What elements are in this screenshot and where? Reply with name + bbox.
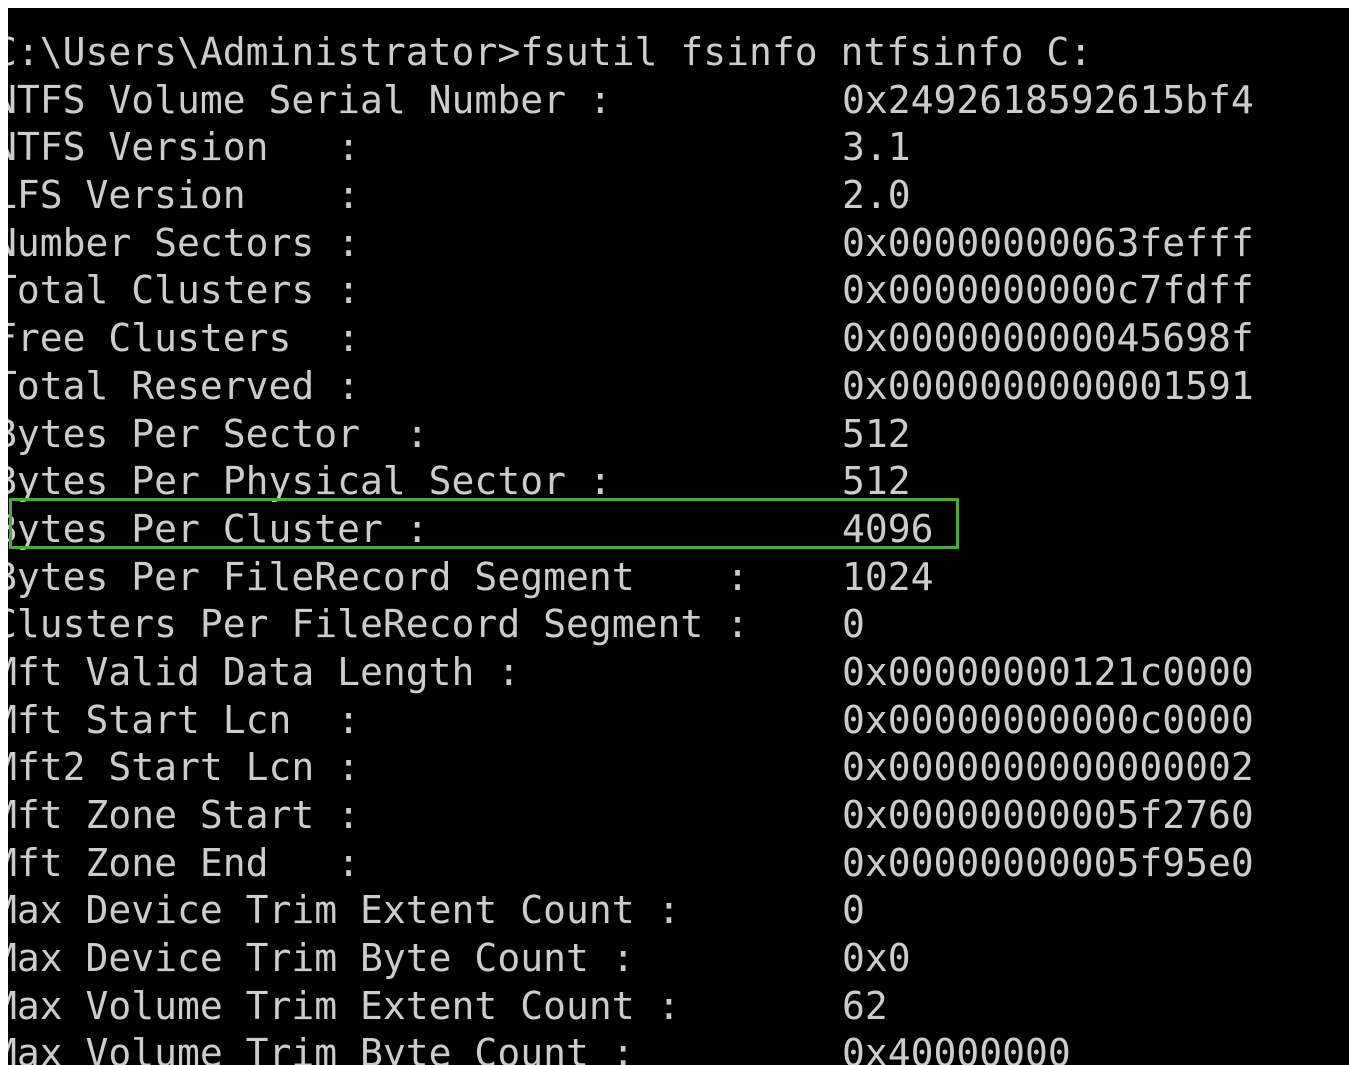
row-label: Mft Valid Data Length : — [8, 649, 521, 694]
row-label: Max Volume Trim Byte Count : — [8, 1031, 635, 1065]
output-row-mft-start-lcn: Mft Start Lcn : 0x00000000000c0000 — [8, 697, 1254, 745]
output-row-mft2-start-lcn: Mft2 Start Lcn : 0x0000000000000002 — [8, 744, 1254, 792]
output-row-ntfs-version: NTFS Version : 3.1 — [8, 124, 911, 172]
output-row-total-clusters: Total Clusters : 0x0000000000c7fdff — [8, 267, 1254, 315]
row-value: 512 — [842, 459, 911, 504]
command-prompt-line: C:\Users\Administrator>fsutil fsinfo ntf… — [8, 29, 1092, 77]
row-value: 0 — [842, 888, 865, 933]
output-row-max-device-trim-byte-count: Max Device Trim Byte Count : 0x0 — [8, 935, 911, 983]
row-value: 2.0 — [842, 173, 911, 218]
row-value: 0x00000000005f95e0 — [842, 840, 1254, 885]
row-value: 62 — [842, 983, 888, 1028]
row-label: Mft2 Start Lcn : — [8, 745, 361, 790]
row-label: Max Device Trim Byte Count : — [8, 936, 635, 981]
output-row-mft-valid-data-length: Mft Valid Data Length : 0x00000000121c00… — [8, 649, 1254, 697]
output-row-bytes-per-sector: Bytes Per Sector : 512 — [8, 411, 911, 459]
output-row-clusters-per-filerecord-segment: Clusters Per FileRecord Segment : 0 — [8, 601, 865, 649]
row-value: 0x00000000063fefff — [842, 220, 1254, 265]
row-value: 0x00000000005f2760 — [842, 793, 1254, 837]
output-row-bytes-per-physical-sector: Bytes Per Physical Sector : 512 — [8, 458, 911, 506]
row-value: 0x000000000045698f — [842, 316, 1254, 361]
row-label: Max Volume Trim Extent Count : — [8, 983, 681, 1028]
row-value: 0x00000000121c0000 — [842, 649, 1254, 694]
row-label: Mft Zone End : — [8, 840, 361, 885]
row-value: 3.1 — [842, 125, 911, 170]
row-label: Number Sectors : — [8, 220, 361, 265]
row-value: 4096 — [842, 506, 934, 551]
row-value: 0x0000000000c7fdff — [842, 268, 1254, 313]
output-row-max-volume-trim-byte-count: Max Volume Trim Byte Count : 0x40000000 — [8, 1030, 1071, 1065]
row-value: 0 — [842, 602, 865, 647]
row-label: Mft Start Lcn : — [8, 697, 361, 742]
row-value: 512 — [842, 411, 911, 456]
row-label: Mft Zone Start : — [8, 793, 361, 837]
console-output: C:\Users\Administrator>fsutil fsinfo ntf… — [8, 29, 1254, 1065]
output-row-mft-zone-end: Mft Zone End : 0x00000000005f95e0 — [8, 840, 1254, 888]
row-label: Free Clusters : — [8, 316, 361, 361]
row-label: LFS Version : — [8, 173, 361, 218]
row-value: 0x40000000 — [842, 1031, 1071, 1065]
output-row-total-reserved: Total Reserved : 0x0000000000001591 — [8, 363, 1254, 411]
output-row-max-device-trim-extent-count: Max Device Trim Extent Count : 0 — [8, 887, 865, 935]
row-value: 0x0000000000000002 — [842, 745, 1254, 790]
row-label: Clusters Per FileRecord Segment : — [8, 602, 749, 647]
row-label: Total Clusters : — [8, 268, 361, 313]
output-row-mft-zone-start: Mft Zone Start : 0x00000000005f2760 — [8, 792, 1254, 840]
row-label: Bytes Per FileRecord Segment : — [8, 554, 749, 599]
row-value: 0x0000000000001591 — [842, 363, 1254, 408]
row-label: Bytes Per Sector : — [8, 411, 429, 456]
command-text: C:\Users\Administrator>fsutil fsinfo ntf… — [8, 30, 1093, 74]
output-row-bytes-per-filerecord-segment: Bytes Per FileRecord Segment : 1024 — [8, 554, 934, 602]
output-row-bytes-per-cluster: Bytes Per Cluster : 4096 — [8, 506, 934, 554]
console-window[interactable]: C:\Users\Administrator>fsutil fsinfo ntf… — [8, 8, 1349, 1065]
output-row-number-sectors: Number Sectors : 0x00000000063fefff — [8, 220, 1254, 268]
output-row-free-clusters: Free Clusters : 0x000000000045698f — [8, 315, 1254, 363]
row-label: Bytes Per Cluster : — [8, 506, 429, 551]
output-row-max-volume-trim-extent-count: Max Volume Trim Extent Count : 62 — [8, 983, 888, 1031]
row-value: 0x0 — [842, 936, 911, 981]
row-label: Total Reserved : — [8, 363, 361, 408]
row-value: 0x00000000000c0000 — [842, 697, 1254, 742]
row-value: 0x2492618592615bf4 — [842, 77, 1254, 122]
output-row-ntfs-volume-serial-number: NTFS Volume Serial Number : 0x2492618592… — [8, 77, 1254, 125]
row-label: NTFS Version : — [8, 125, 361, 170]
row-label: NTFS Volume Serial Number : — [8, 77, 612, 122]
row-value: 1024 — [842, 554, 934, 599]
row-label: Max Device Trim Extent Count : — [8, 888, 681, 933]
output-row-lfs-version: LFS Version : 2.0 — [8, 172, 911, 220]
row-label: Bytes Per Physical Sector : — [8, 459, 612, 504]
